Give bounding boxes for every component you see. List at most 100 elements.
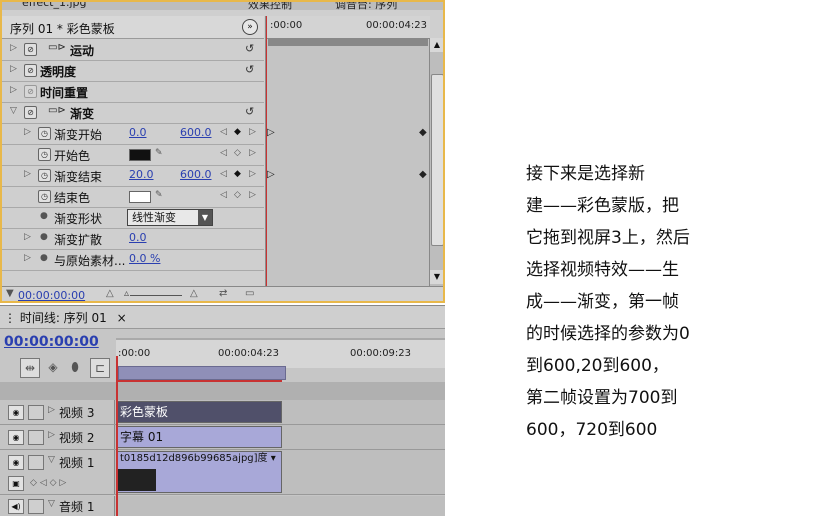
eyedropper-icon[interactable]: ✎: [155, 190, 163, 200]
param-value[interactable]: 0.0: [129, 231, 147, 244]
effect-row-time-remap[interactable]: ▷ ⊘ 时间重置: [2, 81, 264, 103]
expand-arrow-icon[interactable]: ▷: [24, 232, 31, 242]
work-area-bar[interactable]: [118, 366, 286, 380]
add-keyframe-icon[interactable]: ◆: [234, 169, 241, 179]
add-keyframe-icon[interactable]: ◆: [234, 127, 241, 137]
audio-loop-icon[interactable]: ⇄: [219, 288, 227, 299]
footer-timecode[interactable]: 00:00:00:00: [18, 289, 85, 301]
keyframe-nav-icon[interactable]: ◇ ◁ ◇ ▷: [30, 478, 66, 488]
param-row-blend-original[interactable]: ▷ ● 与原始素材... 0.0 %: [2, 249, 264, 271]
param-value-y[interactable]: 600.0: [180, 126, 212, 139]
keyframe-start-icon[interactable]: ▷: [267, 127, 275, 138]
timeline-playhead[interactable]: [116, 356, 118, 516]
expand-arrow-icon[interactable]: ▷: [48, 405, 55, 415]
param-row-ramp-shape[interactable]: ● 渐变形状 线性渐变 ▼: [2, 207, 264, 229]
zoom-in-icon[interactable]: △: [190, 288, 198, 299]
expand-arrow-icon[interactable]: ▷: [10, 64, 17, 74]
snap-icon[interactable]: ⇹: [20, 358, 40, 378]
keyframe-start-icon[interactable]: ▷: [267, 169, 275, 180]
param-value[interactable]: 0.0 %: [129, 252, 160, 265]
param-row-ramp-scatter[interactable]: ▷ ● 渐变扩散 0.0: [2, 228, 264, 250]
expand-arrow-icon[interactable]: ▷: [24, 169, 31, 179]
lock-icon[interactable]: [28, 455, 44, 470]
playhead-line[interactable]: [266, 16, 267, 288]
prev-keyframe-icon[interactable]: ◁: [220, 127, 227, 137]
add-keyframe-icon[interactable]: ◇: [234, 148, 241, 158]
display-style-icon[interactable]: ▣: [8, 476, 24, 491]
tab-timeline[interactable]: ⋮ 时间线: 序列 01 ×: [4, 309, 127, 326]
expand-arrow-icon[interactable]: ▷: [24, 253, 31, 263]
effect-timeline[interactable]: :00:00 00:00:04:23 ▷ ◆ ▷ ◆: [265, 16, 430, 288]
keyframe-marker-icon[interactable]: ⬮: [66, 358, 84, 376]
next-keyframe-icon[interactable]: ▷: [249, 190, 256, 200]
clip-image[interactable]: t0185d12d896b99685ajpg]度 ▾: [116, 451, 282, 493]
expand-arrow-icon[interactable]: ▷: [48, 430, 55, 440]
reset-icon[interactable]: ↺: [245, 42, 254, 55]
show-timeline-toggle[interactable]: »: [242, 19, 258, 35]
eyedropper-icon[interactable]: ✎: [155, 148, 163, 158]
fx-toggle-icon[interactable]: ⊘: [24, 106, 37, 119]
effect-row-opacity[interactable]: ▷ ⊘ 透明度 ↺: [2, 60, 264, 82]
track-video-3[interactable]: ◉ ▷ 视频 3 彩色蒙板: [0, 400, 445, 425]
tab-source[interactable]: effect_1.jpg: [22, 2, 87, 9]
eye-icon[interactable]: ◉: [8, 430, 24, 445]
timeline-ruler[interactable]: :00:00 00:00:04:23 00:00:09:23: [116, 338, 445, 368]
reset-icon[interactable]: ↺: [245, 105, 254, 118]
expand-arrow-icon[interactable]: ▷: [24, 127, 31, 137]
param-row-start-color[interactable]: ◷ 开始色 ✎ ◁ ◇ ▷: [2, 144, 264, 166]
effect-timeline-ruler[interactable]: :00:00 00:00:04:23: [266, 16, 430, 39]
prev-keyframe-icon[interactable]: ◁: [220, 148, 227, 158]
close-icon[interactable]: ×: [117, 311, 127, 325]
in-out-icon[interactable]: ⊏: [90, 358, 110, 378]
fx-toggle-icon[interactable]: ⊘: [24, 43, 37, 56]
effect-row-motion[interactable]: ▷ ⊘ ▭⊳ 运动 ↺: [2, 39, 264, 61]
stopwatch-icon[interactable]: ◷: [38, 127, 51, 140]
lock-icon[interactable]: [28, 499, 44, 514]
clip-color-matte[interactable]: 彩色蒙板: [116, 401, 282, 423]
lock-icon[interactable]: [28, 430, 44, 445]
scroll-thumb[interactable]: [431, 74, 443, 246]
zoom-out-icon[interactable]: △: [106, 288, 114, 299]
add-keyframe-icon[interactable]: ◇: [234, 190, 241, 200]
eye-icon[interactable]: ◉: [8, 405, 24, 420]
timeline-timecode[interactable]: 00:00:00:00: [4, 334, 99, 350]
speaker-icon[interactable]: ◀): [8, 499, 24, 514]
scroll-down-icon[interactable]: ▼: [430, 270, 443, 284]
next-keyframe-icon[interactable]: ▷: [249, 169, 256, 179]
effect-row-ramp[interactable]: ▽ ⊘ ▭⊳ 渐变 ↺: [2, 102, 264, 124]
clip-property-dropdown[interactable]: ]度 ▾: [254, 453, 276, 464]
collapse-arrow-icon[interactable]: ▽: [48, 499, 55, 509]
zoom-handle-icon[interactable]: ▵: [124, 288, 129, 299]
effect-scrollbar[interactable]: ▲ ▼: [429, 38, 443, 286]
clip-title[interactable]: 字幕 01: [116, 426, 282, 448]
track-video-2[interactable]: ◉ ▷ 视频 2 字幕 01: [0, 425, 445, 450]
expand-arrow-icon[interactable]: ▷: [10, 85, 17, 95]
eye-icon[interactable]: ◉: [8, 455, 24, 470]
next-keyframe-icon[interactable]: ▷: [249, 127, 256, 137]
stopwatch-icon[interactable]: ◷: [38, 190, 51, 203]
param-value-y[interactable]: 600.0: [180, 168, 212, 181]
param-row-ramp-end[interactable]: ▷ ◷ 渐变结束 20.0 600.0 ◁ ◆ ▷: [2, 165, 264, 187]
tab-audio-mixer[interactable]: 调音台: 序列: [335, 2, 397, 12]
param-value-x[interactable]: 0.0: [129, 126, 147, 139]
keyframe-end-icon[interactable]: ◆: [419, 169, 427, 180]
ramp-shape-dropdown[interactable]: 线性渐变 ▼: [127, 209, 213, 226]
track-video-1[interactable]: ◉ ▽ 视频 1 ▣ ◇ ◁ ◇ ▷ t0185d12d896b99685ajp…: [0, 450, 445, 495]
param-value-x[interactable]: 20.0: [129, 168, 154, 181]
scroll-up-icon[interactable]: ▲: [430, 38, 443, 52]
stopwatch-icon[interactable]: ◷: [38, 169, 51, 182]
tab-effect-controls[interactable]: 效果控制: [248, 2, 292, 12]
start-color-swatch[interactable]: [129, 149, 151, 161]
end-color-swatch[interactable]: [129, 191, 151, 203]
prev-keyframe-icon[interactable]: ◁: [220, 190, 227, 200]
expand-arrow-icon[interactable]: ▷: [10, 43, 17, 53]
mute-icon[interactable]: ▭: [245, 288, 254, 299]
next-keyframe-icon[interactable]: ▷: [249, 148, 256, 158]
zoom-slider[interactable]: [130, 295, 182, 296]
marker-icon[interactable]: ◈: [44, 358, 62, 376]
param-row-end-color[interactable]: ◷ 结束色 ✎ ◁ ◇ ▷: [2, 186, 264, 208]
reset-icon[interactable]: ↺: [245, 63, 254, 76]
collapse-arrow-icon[interactable]: ▽: [10, 106, 17, 116]
stopwatch-icon[interactable]: ◷: [38, 148, 51, 161]
prev-keyframe-icon[interactable]: ◁: [220, 169, 227, 179]
